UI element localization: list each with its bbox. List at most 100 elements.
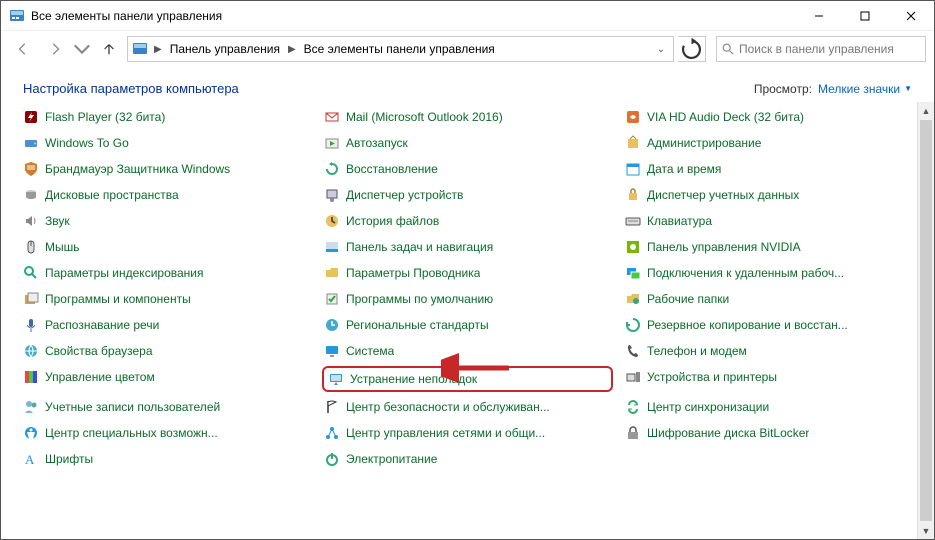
item-label: Устранение неполадок (350, 372, 477, 386)
minimize-button[interactable] (796, 1, 842, 31)
control-panel-item[interactable]: Клавиатура (623, 210, 914, 232)
address-bar[interactable]: ▶ Панель управления ▶ Все элементы панел… (127, 36, 674, 62)
control-panel-item[interactable]: Дисковые пространства (21, 184, 312, 206)
control-panel-item[interactable]: Центр управления сетями и общи... (322, 422, 613, 444)
control-panel-item[interactable]: Восстановление (322, 158, 613, 180)
item-label: Параметры Проводника (346, 266, 480, 280)
control-panel-item[interactable]: Диспетчер учетных данных (623, 184, 914, 206)
item-label: Мышь (45, 240, 80, 254)
item-label: Центр специальных возможн... (45, 426, 218, 440)
item-label: VIA HD Audio Deck (32 бита) (647, 110, 804, 124)
control-panel-item[interactable]: AШрифты (21, 448, 312, 470)
item-label: Центр безопасности и обслуживан... (346, 400, 550, 414)
control-panel-item[interactable]: Резервное копирование и восстан... (623, 314, 914, 336)
control-panel-item[interactable]: Центр безопасности и обслуживан... (322, 396, 613, 418)
chevron-right-icon[interactable]: ▶ (152, 44, 164, 55)
control-panel-item[interactable]: Устройства и принтеры (623, 366, 914, 388)
control-panel-item[interactable]: Система (322, 340, 613, 362)
control-panel-item[interactable]: Брандмауэр Защитника Windows (21, 158, 312, 180)
breadcrumb-control-panel[interactable]: Панель управления (166, 40, 284, 58)
control-panel-item[interactable]: Телефон и модем (623, 340, 914, 362)
control-panel-item[interactable]: Региональные стандарты (322, 314, 613, 336)
item-label: Windows To Go (45, 136, 129, 150)
control-panel-item[interactable]: Flash Player (32 бита) (21, 106, 312, 128)
svg-text:A: A (25, 452, 35, 467)
item-label: Автозапуск (346, 136, 408, 150)
drive-icon (23, 135, 39, 151)
control-panel-item[interactable]: VIA HD Audio Deck (32 бита) (623, 106, 914, 128)
item-label: История файлов (346, 214, 439, 228)
control-panel-item[interactable]: Центр синхронизации (623, 396, 914, 418)
up-button[interactable] (95, 35, 123, 63)
folder-icon (324, 265, 340, 281)
item-label: Учетные записи пользователей (45, 400, 220, 414)
control-panel-item[interactable]: Управление цветом (21, 366, 312, 388)
view-selector[interactable]: Мелкие значки ▼ (818, 82, 912, 96)
control-panel-item[interactable]: Windows To Go (21, 132, 312, 154)
control-panel-item[interactable]: Программы и компоненты (21, 288, 312, 310)
titlebar: Все элементы панели управления (1, 1, 934, 31)
scroll-down-button[interactable]: ▼ (918, 522, 934, 539)
item-label: Панель управления NVIDIA (647, 240, 801, 254)
control-panel-item[interactable]: Учетные записи пользователей (21, 396, 312, 418)
control-panel-item[interactable]: Центр специальных возможн... (21, 422, 312, 444)
close-button[interactable] (888, 1, 934, 31)
power-icon (324, 451, 340, 467)
control-panel-item[interactable]: Автозапуск (322, 132, 613, 154)
view-label: Просмотр: (754, 82, 812, 96)
devices-icon (625, 369, 641, 385)
breadcrumb-all-items[interactable]: Все элементы панели управления (300, 40, 499, 58)
control-panel-item[interactable]: Мышь (21, 236, 312, 258)
control-panel-item[interactable]: Диспетчер устройств (322, 184, 613, 206)
admin-icon (625, 135, 641, 151)
forward-button[interactable] (41, 35, 69, 63)
refresh-button[interactable] (678, 36, 706, 62)
scroll-up-button[interactable]: ▲ (918, 102, 934, 119)
back-button[interactable] (9, 35, 37, 63)
control-panel-item[interactable]: Параметры Проводника (322, 262, 613, 284)
chevron-right-icon[interactable]: ▶ (286, 44, 298, 55)
control-panel-item[interactable]: История файлов (322, 210, 613, 232)
control-panel-item[interactable]: Распознавание речи (21, 314, 312, 336)
control-panel-item[interactable]: Панель задач и навигация (322, 236, 613, 258)
control-panel-item[interactable]: Устранение неполадок (322, 366, 613, 392)
recent-locations-button[interactable] (73, 35, 91, 63)
control-panel-icon-small (132, 41, 148, 57)
audio-icon (625, 109, 641, 125)
sound-icon (23, 213, 39, 229)
control-panel-item[interactable]: Администрирование (623, 132, 914, 154)
item-label: Диспетчер учетных данных (647, 188, 799, 202)
content-area: Flash Player (32 бита) Mail (Microsoft Ou… (1, 102, 934, 539)
control-panel-item[interactable]: Mail (Microsoft Outlook 2016) (322, 106, 613, 128)
maximize-button[interactable] (842, 1, 888, 31)
phone-icon (625, 343, 641, 359)
item-label: Клавиатура (647, 214, 712, 228)
control-panel-item[interactable]: Шифрование диска BitLocker (623, 422, 914, 444)
globe-icon (23, 343, 39, 359)
item-label: Телефон и модем (647, 344, 747, 358)
item-label: Администрирование (647, 136, 761, 150)
search-box[interactable]: Поиск в панели управления (716, 36, 926, 62)
control-panel-item[interactable]: Рабочие папки (623, 288, 914, 310)
control-panel-item[interactable]: Звук (21, 210, 312, 232)
control-panel-item[interactable]: Электропитание (322, 448, 613, 470)
search-icon (721, 42, 735, 56)
control-panel-item[interactable]: Дата и время (623, 158, 914, 180)
item-label: Панель задач и навигация (346, 240, 493, 254)
control-panel-item[interactable]: Параметры индексирования (21, 262, 312, 284)
page-header: Настройка параметров компьютера Просмотр… (1, 67, 934, 102)
address-history-button[interactable]: ⌄ (651, 44, 671, 55)
item-label: Дата и время (647, 162, 721, 176)
control-panel-item[interactable]: Подключения к удаленным рабоч... (623, 262, 914, 284)
navigation-bar: ▶ Панель управления ▶ Все элементы панел… (1, 31, 934, 67)
ease-icon (23, 425, 39, 441)
vertical-scrollbar[interactable]: ▲ ▼ (917, 102, 934, 539)
window-buttons (796, 1, 934, 30)
speech-icon (23, 317, 39, 333)
item-label: Свойства браузера (45, 344, 153, 358)
control-panel-item[interactable]: Панель управления NVIDIA (623, 236, 914, 258)
control-panel-item[interactable]: Свойства браузера (21, 340, 312, 362)
scroll-thumb[interactable] (920, 120, 932, 521)
item-label: Flash Player (32 бита) (45, 110, 165, 124)
control-panel-item[interactable]: Программы по умолчанию (322, 288, 613, 310)
